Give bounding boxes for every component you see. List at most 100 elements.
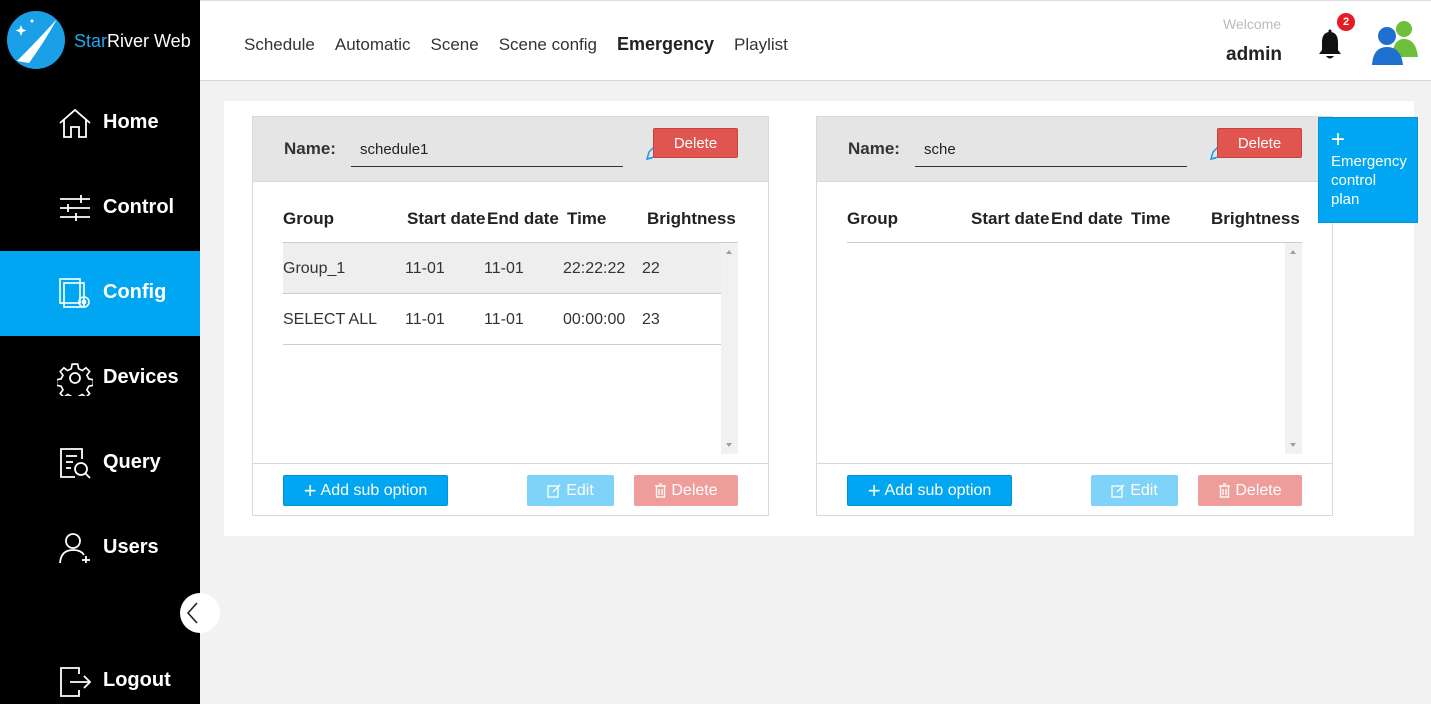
query-icon (60, 448, 91, 479)
scroll-down-icon[interactable] (726, 443, 732, 447)
config-icon (59, 278, 90, 308)
app-logo: StarRiver Web (0, 0, 200, 84)
delete-plan-button[interactable]: Delete (1217, 128, 1302, 158)
card-header: Name: Delete (817, 117, 1332, 182)
sidebar-item-query[interactable]: Query (0, 421, 200, 506)
sidebar-item-logout[interactable]: Logout (0, 638, 200, 704)
column-header-time: Time (1131, 209, 1171, 228)
home-icon (59, 108, 91, 138)
sidebar-item-config[interactable]: Config (0, 251, 200, 336)
sidebar-item-label: Config (103, 281, 167, 303)
collapse-sidebar-button[interactable] (180, 593, 220, 633)
cell-time: 00:00:00 (563, 311, 626, 328)
delete-label: Delete (1235, 481, 1282, 499)
column-header-end-date: End date (1051, 209, 1123, 228)
tab-automatic[interactable]: Automatic (335, 35, 411, 55)
trash-icon (655, 483, 667, 498)
sidebar-item-label: Query (103, 451, 161, 473)
plan-name-field[interactable] (351, 132, 623, 167)
plus-icon: + (867, 477, 881, 503)
app-title: StarRiver Web (74, 31, 191, 51)
trash-icon (1219, 483, 1231, 498)
main-content: Name: Delete Group Start date End date T… (224, 101, 1414, 536)
tab-emergency[interactable]: Emergency (617, 34, 714, 55)
edit-label: Edit (566, 481, 594, 499)
card-header: Name: Delete (253, 117, 768, 182)
delete-plan-button[interactable]: Delete (653, 128, 738, 158)
cell-time: 22:22:22 (563, 260, 626, 277)
add-emergency-control-plan-button[interactable]: + Emergency control plan (1318, 117, 1418, 223)
delete-sub-option-button[interactable]: Delete (1198, 475, 1302, 506)
add-sub-option-button[interactable]: + Add sub option (847, 475, 1012, 506)
table-row[interactable]: SELECT ALL 11-01 11-01 00:00:00 23 (283, 294, 721, 345)
scroll-up-icon[interactable] (1290, 250, 1296, 254)
sidebar-item-control[interactable]: Control (0, 166, 200, 251)
welcome-text: Welcome (1223, 16, 1282, 32)
plan-name-field[interactable] (915, 132, 1187, 167)
cell-group: SELECT ALL (283, 311, 377, 328)
add-sub-option-button[interactable]: + Add sub option (283, 475, 448, 506)
chevron-left-icon (186, 602, 198, 624)
top-tabs: Schedule Automatic Scene Scene config Em… (244, 34, 788, 55)
notification-badge: 2 (1337, 13, 1355, 31)
cell-brightness: 22 (642, 260, 660, 277)
emergency-button-label: Emergency (1331, 153, 1407, 170)
column-header-start-date: Start date (971, 209, 1050, 228)
cell-start-date: 11-01 (405, 311, 445, 328)
logout-icon (60, 667, 92, 697)
sliders-icon (60, 195, 90, 221)
logo-icon (7, 11, 65, 69)
cell-brightness: 23 (642, 311, 660, 328)
top-header: Schedule Automatic Scene Scene config Em… (200, 0, 1431, 81)
edit-button[interactable]: Edit (527, 475, 614, 506)
add-sub-option-label: Add sub option (320, 481, 428, 499)
cell-start-date: 11-01 (405, 260, 445, 277)
edit-icon (547, 484, 561, 498)
column-header-time: Time (567, 209, 607, 228)
edit-icon (1111, 484, 1125, 498)
sidebar-item-label: Devices (103, 366, 179, 388)
plus-icon: + (303, 477, 317, 503)
column-header-brightness: Brightness (1211, 209, 1300, 228)
cell-group: Group_1 (283, 260, 346, 277)
gear-icon (57, 363, 93, 396)
emergency-plan-card: Name: Delete Group Start date End date T… (816, 116, 1333, 516)
bell-icon[interactable] (1316, 29, 1344, 61)
plus-icon: + (1331, 126, 1346, 153)
cell-end-date: 11-01 (484, 311, 524, 328)
column-header-brightness: Brightness (647, 209, 736, 228)
sidebar-item-label: Logout (103, 669, 171, 691)
tab-schedule[interactable]: Schedule (244, 35, 315, 55)
column-header-group: Group (847, 209, 898, 228)
sidebar-item-users[interactable]: Users (0, 506, 200, 591)
sidebar: StarRiver Web Home Control Config Device… (0, 0, 220, 704)
sidebar-item-label: Control (103, 196, 175, 218)
name-label: Name: (848, 139, 900, 158)
tab-scene-config[interactable]: Scene config (499, 35, 597, 55)
scroll-up-icon[interactable] (726, 250, 732, 254)
scroll-down-icon[interactable] (1290, 443, 1296, 447)
table-body (847, 242, 1302, 454)
tab-playlist[interactable]: Playlist (734, 35, 788, 55)
sidebar-item-label: Users (103, 536, 159, 558)
card-footer: + Add sub option Edit Delete (253, 463, 768, 515)
emergency-button-label: plan (1331, 191, 1360, 208)
sidebar-item-home[interactable]: Home (0, 81, 200, 166)
user-icon (59, 533, 90, 564)
column-header-end-date: End date (487, 209, 559, 228)
table-row[interactable]: Group_1 11-01 11-01 22:22:22 22 (283, 243, 721, 294)
tab-scene[interactable]: Scene (430, 35, 478, 55)
card-footer: + Add sub option Edit Delete (817, 463, 1332, 515)
delete-sub-option-button[interactable]: Delete (634, 475, 738, 506)
cell-end-date: 11-01 (484, 260, 524, 277)
sidebar-item-label: Home (103, 111, 159, 133)
vertical-scrollbar[interactable] (721, 243, 738, 454)
sidebar-item-devices[interactable]: Devices (0, 336, 200, 421)
delete-label: Delete (671, 481, 718, 499)
emergency-button-label: control (1331, 172, 1377, 189)
avatar[interactable] (1370, 17, 1420, 67)
username: admin (1226, 44, 1282, 65)
edit-button[interactable]: Edit (1091, 475, 1178, 506)
add-sub-option-label: Add sub option (884, 481, 992, 499)
vertical-scrollbar[interactable] (1285, 243, 1302, 454)
